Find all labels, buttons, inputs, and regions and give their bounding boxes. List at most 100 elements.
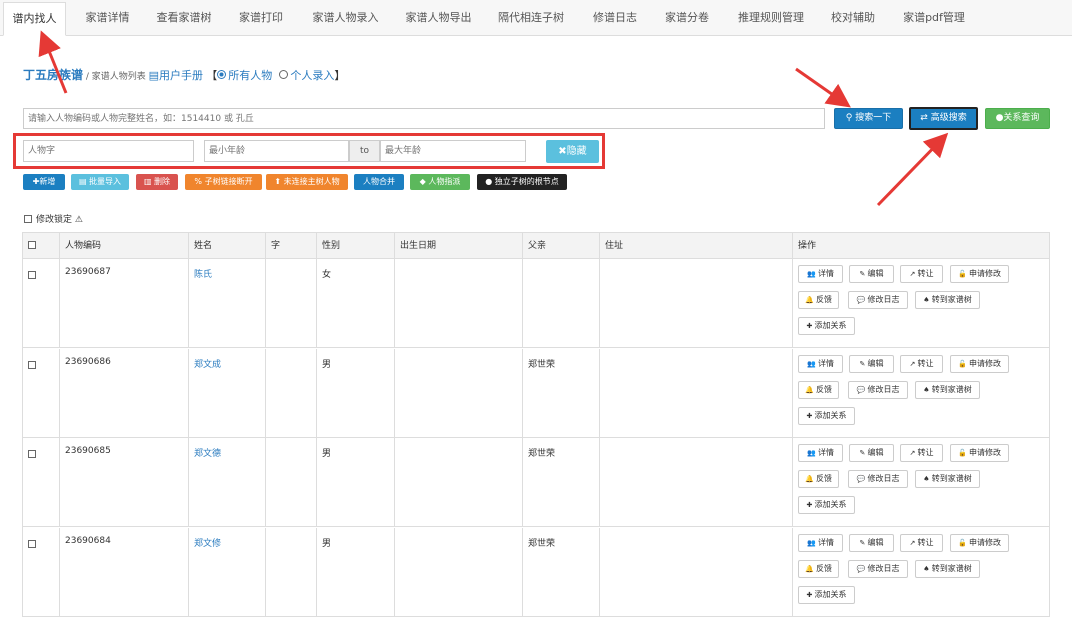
op-button-4[interactable]: 🔔 反馈 bbox=[798, 470, 839, 488]
manual-link[interactable]: ▤用户手册 bbox=[149, 69, 203, 82]
cell-name[interactable]: 郑文修 bbox=[189, 527, 266, 616]
warning-icon: ⚠ bbox=[74, 215, 83, 225]
op-label: 修改日志 bbox=[867, 563, 900, 573]
op-button-1[interactable]: ✎ 编辑 bbox=[849, 444, 894, 462]
op-button-5[interactable]: 💬 修改日志 bbox=[848, 470, 908, 488]
op-button-3[interactable]: 🔓 申请修改 bbox=[950, 533, 1009, 552]
min-age-input[interactable] bbox=[204, 140, 349, 162]
tab-genealogy-details[interactable]: 家谱详情 bbox=[70, 2, 145, 36]
op-button-2[interactable]: ↗ 转让 bbox=[900, 265, 943, 283]
op-button-0[interactable]: 👥 详情 bbox=[798, 354, 843, 373]
tree-icon: ♠ bbox=[923, 385, 932, 394]
share-icon: ↗ bbox=[909, 270, 918, 278]
op-label: 转到家谱树 bbox=[931, 384, 972, 394]
tab-view-tree[interactable]: 查看家谱树 bbox=[148, 2, 220, 36]
tab-person-export[interactable]: 家谱人物导出 bbox=[396, 2, 481, 36]
assign-person-button[interactable]: ◆ 人物指派 bbox=[410, 174, 470, 190]
op-button-1[interactable]: ✎ 编辑 bbox=[849, 354, 894, 373]
share-icon: ↗ bbox=[909, 449, 918, 457]
cell-name[interactable]: 陈氏 bbox=[189, 259, 266, 348]
genealogy-title[interactable]: 丁五房族谱 bbox=[23, 68, 83, 82]
delete-button[interactable]: ▥ 删除 bbox=[136, 174, 178, 190]
op-button-2[interactable]: ↗ 转让 bbox=[900, 444, 943, 462]
unconnected-person-button[interactable]: ⬆ 未连接主树人物 bbox=[266, 174, 348, 190]
advanced-search-button[interactable]: ⇄ 高级搜索 bbox=[909, 107, 978, 130]
new-button[interactable]: ✚新增 bbox=[23, 174, 65, 190]
edit-icon: ✎ bbox=[859, 538, 868, 547]
op-label: 添加关系 bbox=[814, 500, 847, 509]
op-button-7[interactable]: ✚ 添加关系 bbox=[798, 585, 855, 604]
link-icon: % bbox=[194, 177, 203, 186]
tab-search-person[interactable]: 谱内找人 bbox=[3, 2, 66, 36]
row-checkbox[interactable] bbox=[28, 450, 36, 458]
op-button-6[interactable]: ♠ 转到家谱树 bbox=[915, 291, 980, 309]
op-button-5[interactable]: 💬 修改日志 bbox=[848, 291, 908, 309]
range-to-label: to bbox=[349, 140, 380, 162]
tab-volumes[interactable]: 家谱分卷 bbox=[655, 2, 719, 36]
row-checkbox[interactable] bbox=[28, 271, 36, 279]
op-button-3[interactable]: 🔓 申请修改 bbox=[950, 265, 1009, 283]
subtree-break-button[interactable]: % 子树链接断开 bbox=[185, 174, 262, 190]
op-button-0[interactable]: 👥 详情 bbox=[798, 265, 843, 283]
op-button-0[interactable]: 👥 详情 bbox=[798, 444, 843, 462]
tab-person-entry[interactable]: 家谱人物录入 bbox=[303, 2, 388, 36]
tab-print[interactable]: 家谱打印 bbox=[225, 2, 297, 36]
op-button-2[interactable]: ↗ 转让 bbox=[900, 354, 943, 373]
option-all-persons-label: 所有人物 bbox=[228, 69, 273, 82]
tab-proofreading[interactable]: 校对辅助 bbox=[821, 2, 885, 36]
select-all-checkbox[interactable] bbox=[28, 241, 36, 249]
lock-checkbox-row[interactable]: 修改锁定 ⚠ bbox=[24, 212, 83, 225]
op-button-6[interactable]: ♠ 转到家谱树 bbox=[915, 380, 980, 399]
radio-personal-entry[interactable] bbox=[279, 70, 289, 79]
tab-pdf-management[interactable]: 家谱pdf管理 bbox=[893, 2, 975, 36]
close-icon: ✖ bbox=[558, 146, 567, 157]
op-label: 修改日志 bbox=[867, 384, 900, 394]
search-input[interactable] bbox=[23, 108, 825, 129]
row-checkbox[interactable] bbox=[28, 360, 36, 369]
op-button-4[interactable]: 🔔 反馈 bbox=[798, 559, 839, 578]
courtesy-name-input[interactable] bbox=[23, 140, 194, 162]
op-button-1[interactable]: ✎ 编辑 bbox=[849, 533, 894, 552]
merge-person-button[interactable]: 人物合并 bbox=[354, 174, 404, 190]
cell-zi bbox=[266, 348, 317, 438]
search-icon: ⚲ bbox=[845, 113, 853, 123]
lock-checkbox[interactable] bbox=[24, 215, 32, 223]
cell-name[interactable]: 郑文德 bbox=[189, 438, 266, 527]
tree-icon: ♠ bbox=[923, 475, 932, 483]
op-button-0[interactable]: 👥 详情 bbox=[798, 533, 843, 552]
op-button-2[interactable]: ↗ 转让 bbox=[900, 533, 943, 552]
tab-linked-subtree[interactable]: 隔代相连子树 bbox=[487, 2, 575, 36]
independent-root-button[interactable]: ● 独立子树的根节点 bbox=[477, 174, 567, 190]
arrow-to-search bbox=[795, 67, 851, 108]
op-button-5[interactable]: 💬 修改日志 bbox=[848, 380, 908, 399]
op-label: 反馈 bbox=[815, 295, 832, 304]
op-button-7[interactable]: ✚ 添加关系 bbox=[798, 496, 855, 514]
op-label: 编辑 bbox=[867, 269, 884, 278]
radio-all-persons[interactable] bbox=[217, 70, 227, 79]
search-button[interactable]: ⚲ 搜索一下 bbox=[834, 108, 903, 129]
op-button-7[interactable]: ✚ 添加关系 bbox=[798, 406, 855, 425]
tab-inference-rules[interactable]: 推理规则管理 bbox=[728, 2, 814, 36]
hide-button[interactable]: ✖隐藏 bbox=[546, 140, 599, 163]
tab-edit-log[interactable]: 修谱日志 bbox=[583, 2, 647, 36]
op-button-4[interactable]: 🔔 反馈 bbox=[798, 380, 839, 399]
edit-icon: ✎ bbox=[859, 359, 868, 368]
cell-name[interactable]: 郑文成 bbox=[189, 348, 266, 438]
op-label: 申请修改 bbox=[968, 358, 1001, 368]
op-button-5[interactable]: 💬 修改日志 bbox=[848, 559, 908, 578]
relation-query-button[interactable]: ●关系查询 bbox=[985, 108, 1050, 129]
op-label: 添加关系 bbox=[814, 589, 847, 599]
row-actions-cell: 👥 详情 ✎ 编辑 ↗ 转让 🔓 申请修改 🔔 反馈 💬 修改日志 ♠ 转到家谱树 ✚ 添加关… bbox=[793, 528, 1049, 617]
row-checkbox[interactable] bbox=[28, 539, 36, 548]
op-button-3[interactable]: 🔓 申请修改 bbox=[950, 444, 1009, 462]
op-button-7[interactable]: ✚ 添加关系 bbox=[798, 317, 855, 335]
op-button-4[interactable]: 🔔 反馈 bbox=[798, 291, 839, 309]
batch-import-button[interactable]: ▤ 批量导入 bbox=[71, 174, 129, 190]
op-button-1[interactable]: ✎ 编辑 bbox=[849, 265, 894, 283]
op-button-6[interactable]: ♠ 转到家谱树 bbox=[915, 470, 980, 488]
op-button-3[interactable]: 🔓 申请修改 bbox=[950, 354, 1009, 373]
op-button-6[interactable]: ♠ 转到家谱树 bbox=[915, 559, 980, 578]
row-select-cell bbox=[23, 348, 60, 438]
max-age-input[interactable] bbox=[380, 140, 526, 162]
row-select-cell bbox=[23, 527, 60, 616]
